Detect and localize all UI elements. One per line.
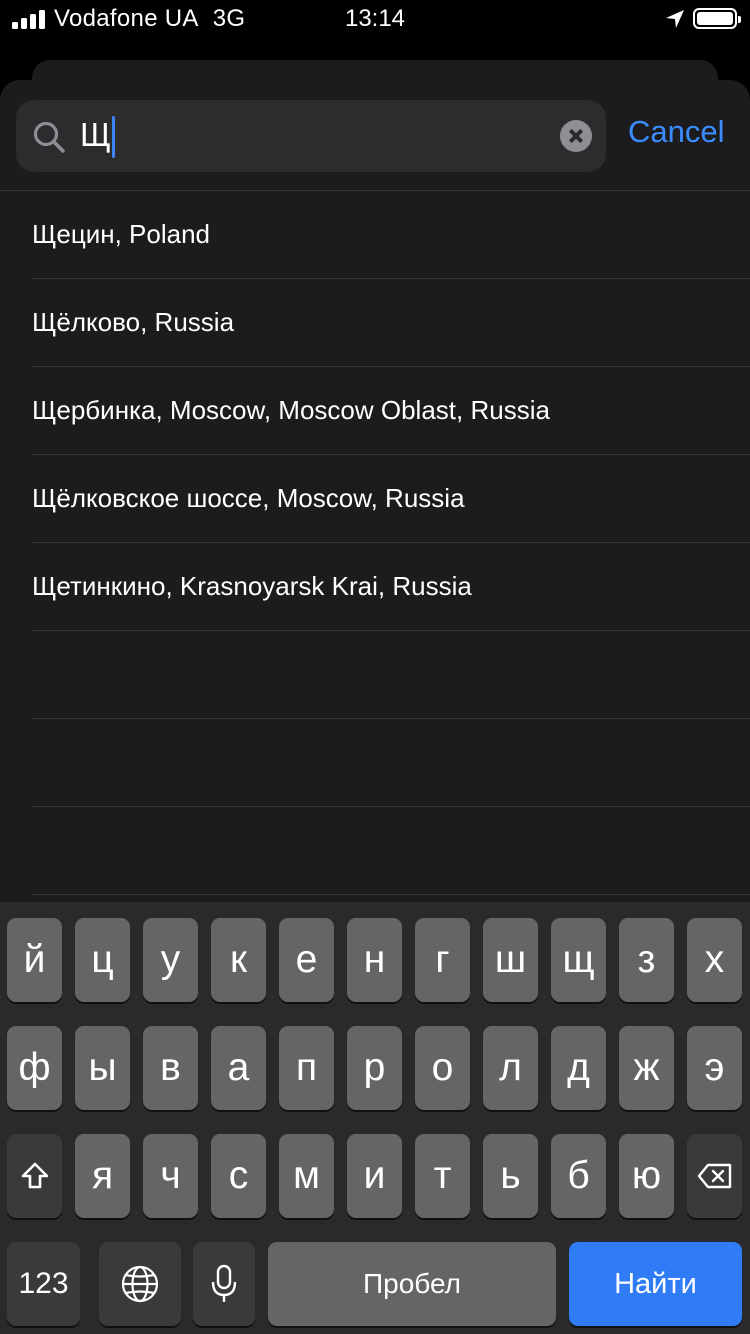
key[interactable]: ж	[619, 1026, 674, 1110]
space-key[interactable]: Пробел	[268, 1242, 556, 1326]
key[interactable]: б	[551, 1134, 606, 1218]
key[interactable]: ф	[7, 1026, 62, 1110]
numbers-key[interactable]: 123	[7, 1242, 80, 1326]
status-bar: Vodafone UA 3G 13:14	[0, 0, 750, 40]
result-row[interactable]: Щёлково, Russia	[32, 279, 750, 367]
key[interactable]: н	[347, 918, 402, 1002]
search-header: Щ Cancel	[0, 80, 750, 191]
key[interactable]: й	[7, 918, 62, 1002]
results-list: Щецин, Poland Щёлково, Russia Щербинка, …	[0, 191, 750, 895]
key[interactable]: е	[279, 918, 334, 1002]
location-arrow-icon	[666, 10, 684, 28]
key[interactable]: д	[551, 1026, 606, 1110]
key[interactable]: э	[687, 1026, 742, 1110]
key[interactable]: х	[687, 918, 742, 1002]
delete-key[interactable]	[687, 1134, 742, 1218]
battery-icon	[693, 8, 741, 29]
search-go-button[interactable]: Найти	[569, 1242, 742, 1326]
key[interactable]: л	[483, 1026, 538, 1110]
key[interactable]: и	[347, 1134, 402, 1218]
key[interactable]: ю	[619, 1134, 674, 1218]
key[interactable]: м	[279, 1134, 334, 1218]
globe-icon	[121, 1265, 159, 1303]
clock: 13:14	[344, 5, 406, 32]
globe-key[interactable]	[99, 1242, 181, 1326]
keyboard: й ц у к е н г ш щ з х ф ы в а п р о л д …	[0, 902, 750, 1334]
result-row[interactable]: Щецин, Poland	[32, 191, 750, 279]
shift-key[interactable]	[7, 1134, 62, 1218]
clear-search-icon[interactable]	[560, 120, 592, 152]
key[interactable]: т	[415, 1134, 470, 1218]
result-row[interactable]: Щербинка, Moscow, Moscow Oblast, Russia	[32, 367, 750, 455]
cancel-button[interactable]: Cancel	[628, 114, 725, 150]
search-query: Щ	[80, 116, 111, 153]
empty-row	[32, 807, 750, 895]
key[interactable]: к	[211, 918, 266, 1002]
key[interactable]: о	[415, 1026, 470, 1110]
key[interactable]: а	[211, 1026, 266, 1110]
search-field[interactable]: Щ	[16, 100, 606, 172]
empty-row	[32, 719, 750, 807]
key[interactable]: ч	[143, 1134, 198, 1218]
key[interactable]: щ	[551, 918, 606, 1002]
key[interactable]: ц	[75, 918, 130, 1002]
key[interactable]: в	[143, 1026, 198, 1110]
microphone-icon	[211, 1264, 237, 1302]
search-input[interactable]: Щ	[80, 115, 115, 159]
dictation-key[interactable]	[193, 1242, 255, 1326]
key[interactable]: з	[619, 918, 674, 1002]
text-caret	[111, 116, 115, 159]
key[interactable]: п	[279, 1026, 334, 1110]
key[interactable]: ш	[483, 918, 538, 1002]
backspace-icon	[697, 1163, 731, 1189]
search-icon	[33, 121, 65, 153]
shift-icon	[21, 1162, 48, 1189]
key[interactable]: я	[75, 1134, 130, 1218]
key[interactable]: у	[143, 918, 198, 1002]
key[interactable]: г	[415, 918, 470, 1002]
key[interactable]: р	[347, 1026, 402, 1110]
result-row[interactable]: Щёлковское шоссе, Moscow, Russia	[32, 455, 750, 543]
result-row[interactable]: Щетинкино, Krasnoyarsk Krai, Russia	[32, 543, 750, 631]
key[interactable]: ы	[75, 1026, 130, 1110]
key[interactable]: ь	[483, 1134, 538, 1218]
empty-row	[32, 631, 750, 719]
key[interactable]: с	[211, 1134, 266, 1218]
